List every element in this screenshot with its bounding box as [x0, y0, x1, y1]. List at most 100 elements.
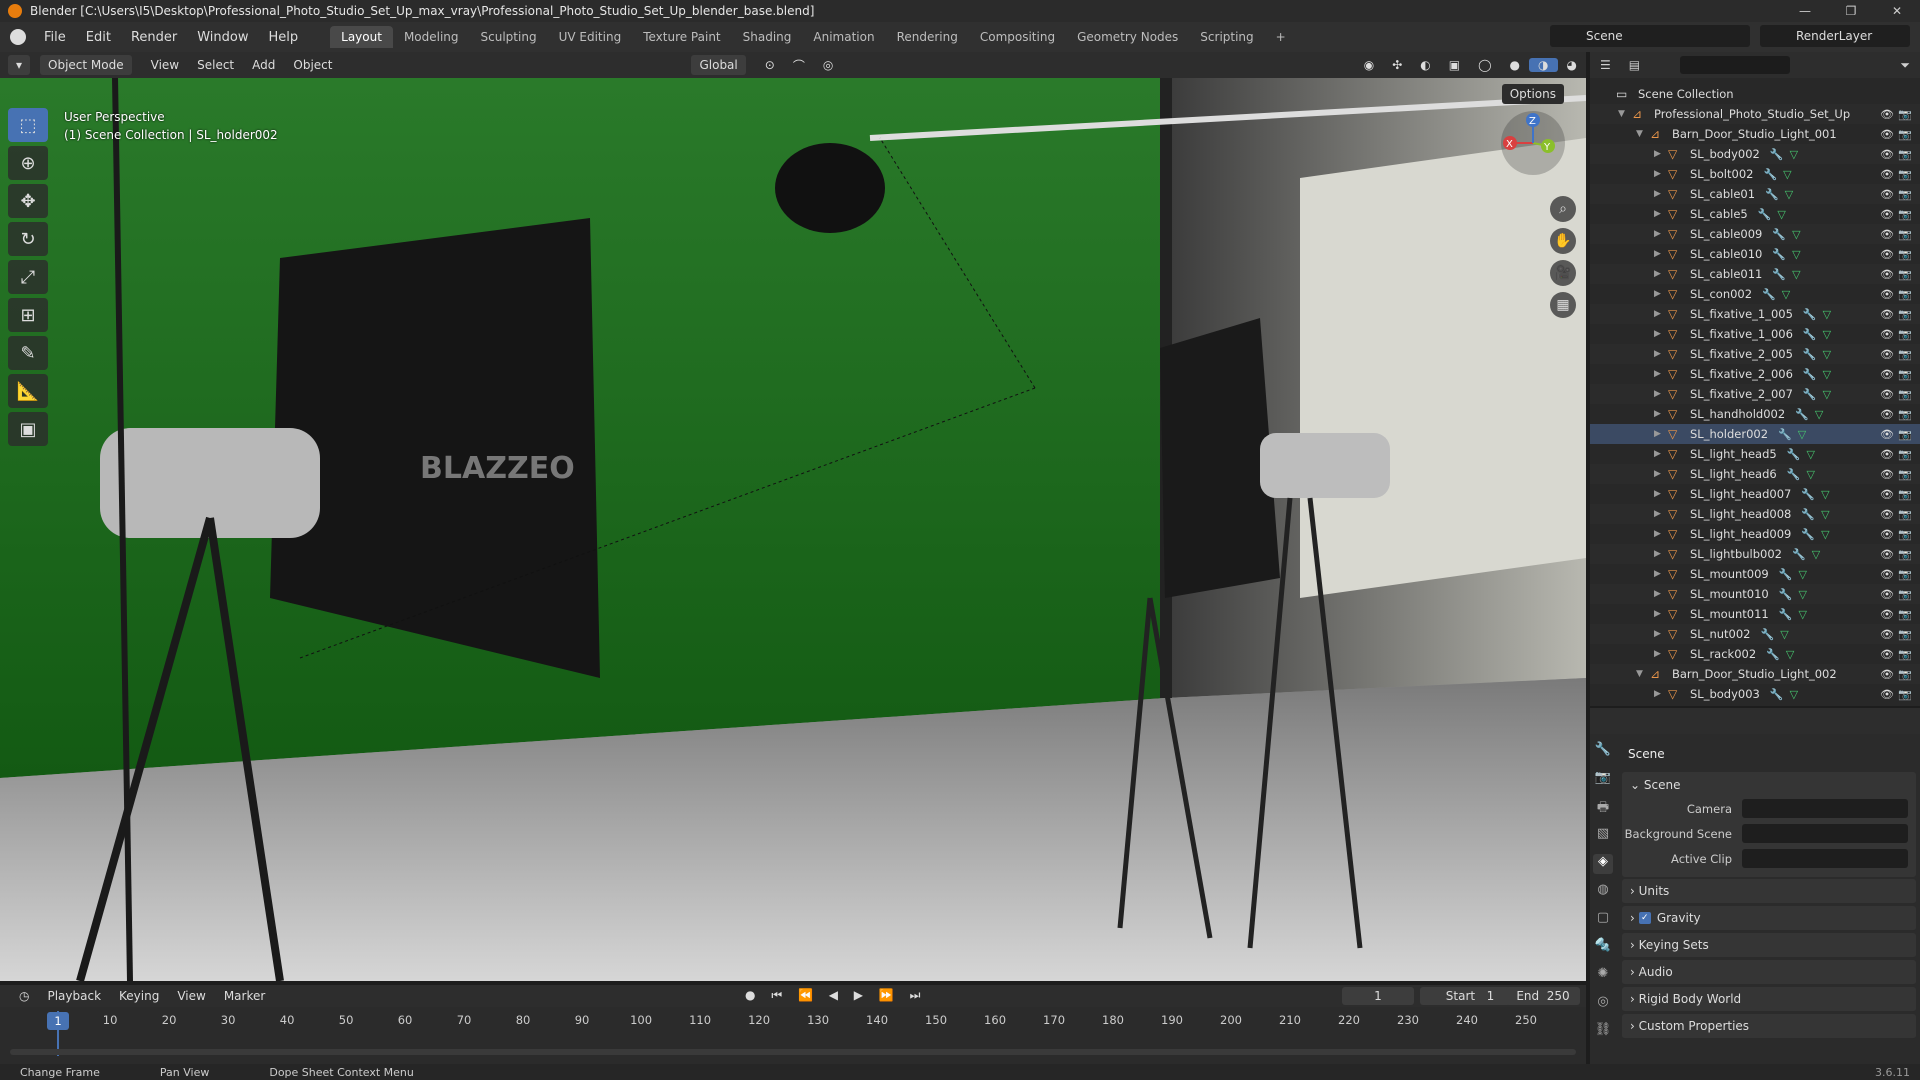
record-icon[interactable]: ●: [745, 988, 761, 1002]
visibility-eye-icon[interactable]: 👁: [1880, 368, 1894, 381]
visibility-eye-icon[interactable]: 👁: [1880, 288, 1894, 301]
mesh-data-icon[interactable]: ▽: [1786, 648, 1794, 661]
start-frame-field[interactable]: Start 1: [1420, 987, 1520, 1005]
custom-properties-subpanel[interactable]: › Custom Properties: [1622, 1014, 1916, 1039]
render-tab-icon[interactable]: 📷: [1593, 770, 1613, 790]
render-visibility-icon[interactable]: 📷: [1898, 388, 1912, 401]
keying-menu[interactable]: Keying: [110, 989, 168, 1003]
visibility-eye-icon[interactable]: 👁: [1880, 448, 1894, 461]
modifier-icon[interactable]: 🔧: [1758, 208, 1772, 221]
render-visibility-icon[interactable]: 📷: [1898, 448, 1912, 461]
expand-toggle-icon[interactable]: ▶: [1654, 469, 1668, 479]
options-dropdown[interactable]: Options: [1501, 84, 1564, 104]
expand-toggle-icon[interactable]: ▶: [1654, 369, 1668, 379]
expand-toggle-icon[interactable]: ▼: [1636, 669, 1650, 679]
measure-tool-icon[interactable]: 📐: [8, 374, 48, 408]
outliner-row[interactable]: ▶ ▽ SL_light_head5 🔧 ▽ 👁 📷: [1590, 444, 1920, 464]
keying-sets-subpanel[interactable]: › Keying Sets: [1622, 933, 1916, 958]
render-visibility-icon[interactable]: 📷: [1898, 688, 1912, 701]
move-tool-icon[interactable]: ✥: [8, 184, 48, 218]
constraints-tab-icon[interactable]: ⛓: [1593, 1022, 1613, 1042]
jump-start-icon[interactable]: ⏮: [771, 988, 788, 1002]
menu-edit[interactable]: Edit: [76, 30, 121, 45]
outliner-row[interactable]: ▶ ▽ SL_light_head009 🔧 ▽ 👁 📷: [1590, 524, 1920, 544]
outliner-row[interactable]: ▶ ▽ SL_rack002 🔧 ▽ 👁 📷: [1590, 644, 1920, 664]
tab-animation[interactable]: Animation: [802, 26, 885, 48]
expand-toggle-icon[interactable]: ▶: [1654, 409, 1668, 419]
outliner-row[interactable]: ▶ ▽ SL_bolt002 🔧 ▽ 👁 📷: [1590, 164, 1920, 184]
blender-menu-icon[interactable]: [10, 29, 26, 45]
render-visibility-icon[interactable]: 📷: [1898, 248, 1912, 261]
modifier-icon[interactable]: 🔧: [1779, 608, 1793, 621]
outliner-row[interactable]: ▶ ▽ SL_light_head007 🔧 ▽ 👁 📷: [1590, 484, 1920, 504]
expand-toggle-icon[interactable]: ▶: [1654, 489, 1668, 499]
expand-toggle-icon[interactable]: ▶: [1654, 509, 1668, 519]
annotate-tool-icon[interactable]: ✎: [8, 336, 48, 370]
xray-icon[interactable]: ▣: [1440, 58, 1469, 72]
render-visibility-icon[interactable]: 📷: [1898, 408, 1912, 421]
modifier-icon[interactable]: 🔧: [1803, 388, 1817, 401]
marker-menu[interactable]: Marker: [215, 989, 274, 1003]
expand-toggle-icon[interactable]: ▶: [1654, 529, 1668, 539]
scene-selector[interactable]: Scene: [1550, 25, 1750, 47]
expand-toggle-icon[interactable]: ▶: [1654, 229, 1668, 239]
modifier-icon[interactable]: 🔧: [1762, 288, 1776, 301]
outliner-editor-type-icon[interactable]: ☰: [1600, 58, 1611, 72]
expand-toggle-icon[interactable]: ▶: [1654, 269, 1668, 279]
object-mode-dropdown[interactable]: Object Mode: [40, 55, 132, 75]
mesh-data-icon[interactable]: ▽: [1821, 508, 1829, 521]
expand-toggle-icon[interactable]: ▶: [1654, 629, 1668, 639]
render-visibility-icon[interactable]: 📷: [1898, 208, 1912, 221]
visibility-eye-icon[interactable]: 👁: [1880, 548, 1894, 561]
material-shading-icon[interactable]: ◑: [1529, 58, 1558, 72]
expand-toggle-icon[interactable]: ▶: [1654, 429, 1668, 439]
render-visibility-icon[interactable]: 📷: [1898, 648, 1912, 661]
outliner-row[interactable]: ▶ ▽ SL_cable009 🔧 ▽ 👁 📷: [1590, 224, 1920, 244]
render-visibility-icon[interactable]: 📷: [1898, 148, 1912, 161]
outliner-row[interactable]: ▶ ▽ SL_mount011 🔧 ▽ 👁 📷: [1590, 604, 1920, 624]
background-scene-input[interactable]: [1742, 824, 1908, 843]
modifier-icon[interactable]: 🔧: [1779, 588, 1793, 601]
visibility-eye-icon[interactable]: 👁: [1880, 388, 1894, 401]
rendered-shading-icon[interactable]: ◕: [1558, 58, 1586, 72]
camera-view-icon[interactable]: 🎥: [1550, 260, 1576, 286]
object-tab-icon[interactable]: ▢: [1593, 910, 1613, 930]
add-workspace-button[interactable]: +: [1265, 26, 1297, 48]
gravity-subpanel[interactable]: › ✓ Gravity: [1622, 906, 1916, 931]
outliner-row[interactable]: ▶ ▽ SL_lightbulb002 🔧 ▽ 👁 📷: [1590, 544, 1920, 564]
tab-compositing[interactable]: Compositing: [969, 26, 1066, 48]
mesh-data-icon[interactable]: ▽: [1798, 608, 1806, 621]
visibility-eye-icon[interactable]: 👁: [1880, 688, 1894, 701]
modifier-icon[interactable]: 🔧: [1803, 308, 1817, 321]
timeline-editor-type-icon[interactable]: ◷: [10, 989, 38, 1003]
outliner-row[interactable]: ▶ ▽ SL_fixative_1_006 🔧 ▽ 👁 📷: [1590, 324, 1920, 344]
visibility-eye-icon[interactable]: 👁: [1880, 428, 1894, 441]
view-layer-tab-icon[interactable]: ▧: [1593, 826, 1613, 846]
visibility-eye-icon[interactable]: 👁: [1880, 488, 1894, 501]
expand-toggle-icon[interactable]: ▶: [1654, 589, 1668, 599]
minimize-button[interactable]: —: [1782, 0, 1828, 22]
visibility-eye-icon[interactable]: 👁: [1880, 628, 1894, 641]
visibility-eye-icon[interactable]: 👁: [1880, 468, 1894, 481]
expand-toggle-icon[interactable]: ▶: [1654, 189, 1668, 199]
add-cube-tool-icon[interactable]: ▣: [8, 412, 48, 446]
visibility-eye-icon[interactable]: 👁: [1880, 328, 1894, 341]
render-visibility-icon[interactable]: 📷: [1898, 308, 1912, 321]
mesh-data-icon[interactable]: ▽: [1780, 628, 1788, 641]
scale-tool-icon[interactable]: ⤢: [8, 260, 48, 294]
modifier-icon[interactable]: 🔧: [1761, 628, 1775, 641]
gravity-checkbox[interactable]: ✓: [1638, 912, 1651, 924]
display-mode-icon[interactable]: ▤: [1629, 58, 1640, 72]
mesh-data-icon[interactable]: ▽: [1806, 448, 1814, 461]
pivot-icon[interactable]: ⊙: [756, 58, 784, 72]
tab-modeling[interactable]: Modeling: [393, 26, 470, 48]
mesh-data-icon[interactable]: ▽: [1785, 188, 1793, 201]
modifier-icon[interactable]: 🔧: [1770, 688, 1784, 701]
playback-menu[interactable]: Playback: [38, 989, 110, 1003]
visibility-eye-icon[interactable]: 👁: [1880, 568, 1894, 581]
modifier-icon[interactable]: 🔧: [1803, 348, 1817, 361]
render-visibility-icon[interactable]: 📷: [1898, 628, 1912, 641]
next-key-icon[interactable]: ⏩: [879, 988, 900, 1002]
zoom-icon[interactable]: ⌕: [1550, 196, 1576, 222]
end-frame-field[interactable]: End 250: [1506, 987, 1580, 1005]
